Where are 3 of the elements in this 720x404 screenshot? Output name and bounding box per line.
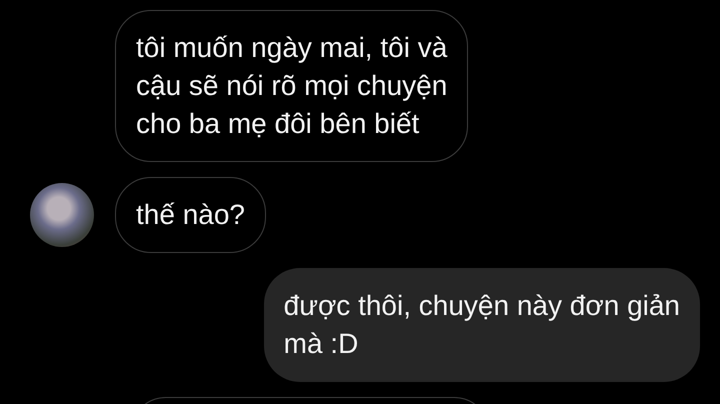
message-bubble: thế nào? (115, 177, 266, 253)
message-bubble: tôi muốn ngày mai, tôi và cậu sẽ nói rõ mọi chuyện cho ba mẹ đôi bên biết (115, 10, 468, 162)
message-bubble: được thôi, chuyện này đơn giản mà :D (264, 268, 700, 382)
